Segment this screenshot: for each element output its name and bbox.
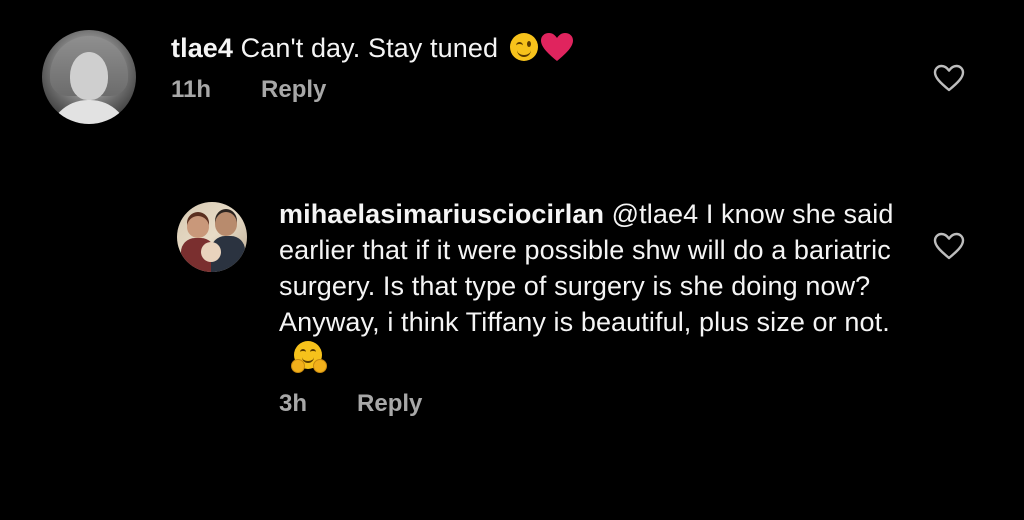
heart-outline-svg bbox=[933, 64, 965, 92]
comment-username[interactable]: mihaelasimariusciocirlan bbox=[279, 199, 604, 229]
comment-timestamp: 11h bbox=[171, 76, 212, 103]
comment-timestamp: 3h bbox=[279, 390, 308, 417]
heart-outline-svg bbox=[933, 232, 965, 260]
emoji-eye-right bbox=[527, 40, 532, 47]
avatar-person-head bbox=[215, 212, 237, 236]
avatar[interactable] bbox=[177, 202, 247, 272]
comment-meta: 3h Reply bbox=[279, 390, 982, 418]
comment-body: Can't day. Stay tuned bbox=[240, 33, 499, 63]
avatar[interactable] bbox=[42, 30, 136, 124]
comment-content: tlae4 Can't day. Stay tuned 11h Reply bbox=[171, 30, 982, 104]
comment-username[interactable]: tlae4 bbox=[171, 33, 233, 63]
reply-button[interactable]: Reply bbox=[357, 390, 422, 418]
red-heart-emoji-icon bbox=[540, 32, 574, 62]
avatar-baby bbox=[201, 242, 221, 262]
reply-comment-item: mihaelasimariusciocirlan @tlae4 I know s… bbox=[177, 196, 982, 418]
avatar-person-head bbox=[187, 216, 209, 238]
comment-item: tlae4 Can't day. Stay tuned 11h Reply bbox=[42, 30, 982, 124]
comment-text-line: tlae4 Can't day. Stay tuned bbox=[171, 30, 982, 66]
emoji-hand-left bbox=[291, 358, 305, 373]
comment-text-line: mihaelasimariusciocirlan @tlae4 I know s… bbox=[279, 196, 899, 376]
avatar-shoulders bbox=[48, 100, 130, 124]
comment-content: mihaelasimariusciocirlan @tlae4 I know s… bbox=[279, 196, 982, 418]
like-heart-icon[interactable] bbox=[933, 64, 965, 92]
reply-button[interactable]: Reply bbox=[261, 76, 326, 104]
emoji-eye-right bbox=[310, 348, 316, 354]
avatar-face bbox=[70, 52, 108, 100]
mention-link[interactable]: @tlae4 bbox=[612, 199, 699, 229]
emoji-eye-left bbox=[516, 41, 524, 47]
hugging-face-emoji-icon bbox=[291, 339, 327, 373]
like-heart-icon[interactable] bbox=[933, 232, 965, 260]
heart-emoji-svg bbox=[541, 32, 574, 61]
winking-face-emoji-icon bbox=[510, 32, 539, 61]
emoji-hand-right bbox=[313, 358, 327, 373]
emoji-mouth bbox=[517, 48, 532, 57]
comment-meta: 11h Reply bbox=[171, 76, 982, 104]
emoji-eye-left bbox=[300, 348, 306, 354]
